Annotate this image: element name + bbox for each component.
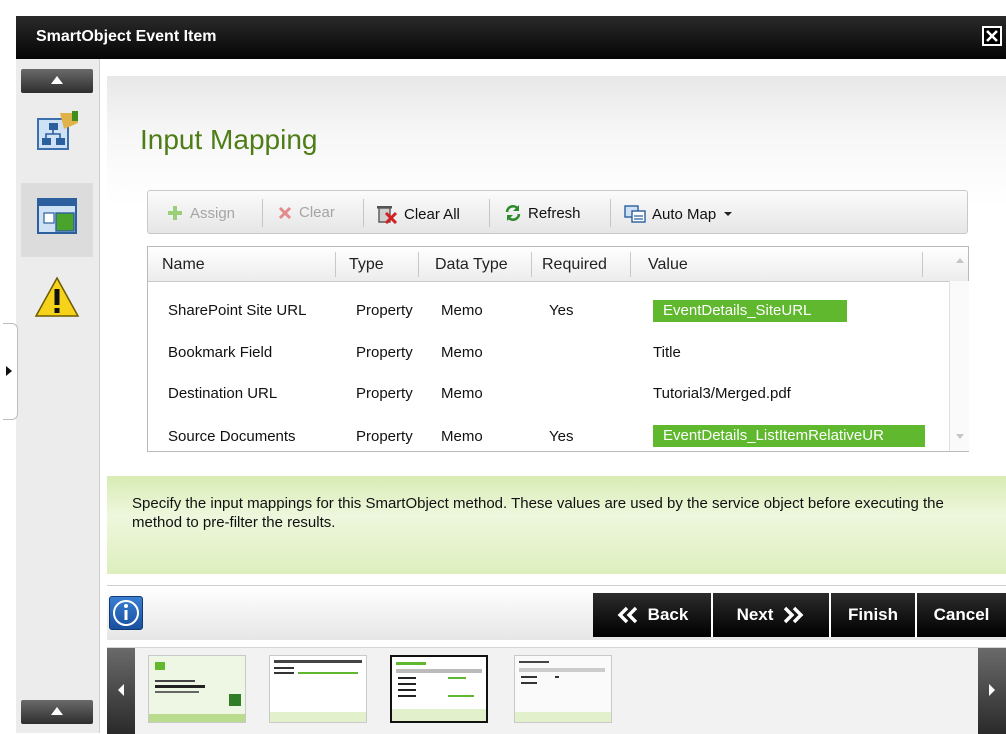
row1-required: Yes [549,302,574,319]
row4-name[interactable]: Source Documents [168,428,296,445]
next-label: Next [736,605,774,624]
finish-label: Finish [847,605,899,624]
assign-button[interactable]: Assign [166,204,235,222]
rail-scroll-down-button[interactable] [21,700,93,724]
info-icon [113,600,139,626]
window-title: SmartObject Event Item [36,28,217,45]
plus-icon [168,206,182,220]
refresh-button[interactable]: Refresh [504,204,581,222]
form-window-icon [37,198,77,234]
auto-map-label: Auto Map [652,205,717,223]
auto-map-button[interactable]: Auto Map [624,204,734,224]
thumbnail-step-2[interactable] [269,655,367,723]
triangle-left-icon [118,684,124,696]
assign-label: Assign [190,204,236,222]
column-header-data-type[interactable]: Data Type [435,256,508,274]
scroll-down-icon[interactable] [955,433,965,441]
scroll-up-icon[interactable] [955,256,965,264]
back-button[interactable]: Back [593,593,711,637]
mapping-table: Name Type Data Type Required Value Share… [147,246,969,452]
rail-scroll-up-button[interactable] [21,69,93,93]
row4-value-field[interactable]: EventDetails_ListItemRelativeUR [653,425,925,447]
row2-type: Property [356,344,413,361]
back-label: Back [647,605,689,624]
row2-data-type: Memo [441,344,483,361]
main-panel: Input Mapping Assign Clear Clear All Ref… [107,76,1006,578]
info-description: Specify the input mappings for this Smar… [132,495,944,531]
cancel-label: Cancel [933,605,990,624]
thumbnail-preview [270,656,366,722]
finish-button[interactable]: Finish [829,593,915,637]
column-header-required[interactable]: Required [542,256,607,274]
row2-name[interactable]: Bookmark Field [168,344,272,361]
row4-type: Property [356,428,413,445]
table-scrollbar[interactable] [949,258,969,451]
clear-all-label: Clear All [404,205,460,223]
triangle-up-icon [51,707,63,715]
info-band: Specify the input mappings for this Smar… [107,476,1006,574]
panel-expander-handle[interactable] [3,323,18,420]
thumbnail-step-1[interactable] [148,655,246,723]
mapping-toolbar: Assign Clear Clear All Refresh Auto Map [147,190,968,234]
row3-name[interactable]: Destination URL [168,385,277,402]
triangle-up-icon [51,76,63,84]
refresh-icon [505,205,521,221]
thumbnail-preview [515,656,611,722]
row3-data-type: Memo [441,385,483,402]
auto-map-icon [624,205,646,223]
thumbnail-step-3[interactable] [390,655,488,723]
row3-value[interactable]: Tutorial3/Merged.pdf [653,385,791,402]
hierarchy-map-icon [37,111,78,150]
close-icon [278,206,292,219]
thumbnails-next-button[interactable] [978,648,1006,734]
refresh-label: Refresh [528,204,581,222]
title-bar: SmartObject Event Item [16,16,1006,59]
info-button[interactable] [109,596,143,630]
column-header-type[interactable]: Type [349,256,384,274]
double-chevron-left-icon [617,606,637,624]
row2-value[interactable]: Title [653,344,681,361]
clear-button[interactable]: Clear [277,204,335,221]
triangle-right-icon [989,684,995,696]
table-header: Name Type Data Type Required Value [148,247,968,282]
row4-data-type: Memo [441,428,483,445]
sidebar-item-form[interactable] [21,183,93,257]
row1-type: Property [356,302,413,319]
page-title: Input Mapping [140,124,318,155]
sidebar-item-warning[interactable] [21,265,93,339]
next-button[interactable]: Next [711,593,829,637]
sidebar-item-hierarchy[interactable] [21,99,93,173]
thumbnails-prev-button[interactable] [107,648,135,734]
chevron-down-icon [724,212,733,216]
column-header-name[interactable]: Name [162,256,205,274]
row4-required: Yes [549,428,574,445]
thumbnail-preview [149,656,245,722]
column-header-value[interactable]: Value [648,256,688,274]
left-rail [16,59,100,733]
warning-icon [34,276,80,317]
double-chevron-right-icon [784,606,804,624]
action-bar: Back Next Finish Cancel [107,585,1006,640]
trash-x-icon [377,206,398,224]
triangle-right-icon [6,366,12,376]
close-button[interactable] [982,26,1002,46]
row3-type: Property [356,385,413,402]
thumbnail-strip [107,647,1006,734]
clear-label: Clear [299,204,335,221]
row1-data-type: Memo [441,302,483,319]
close-icon [984,28,1000,44]
thumbnail-preview [392,657,486,721]
row1-name[interactable]: SharePoint Site URL [168,302,306,319]
clear-all-button[interactable]: Clear All [376,204,460,224]
thumbnail-step-4[interactable] [514,655,612,723]
row1-value-field[interactable]: EventDetails_SiteURL [653,300,847,322]
cancel-button[interactable]: Cancel [915,593,1006,637]
